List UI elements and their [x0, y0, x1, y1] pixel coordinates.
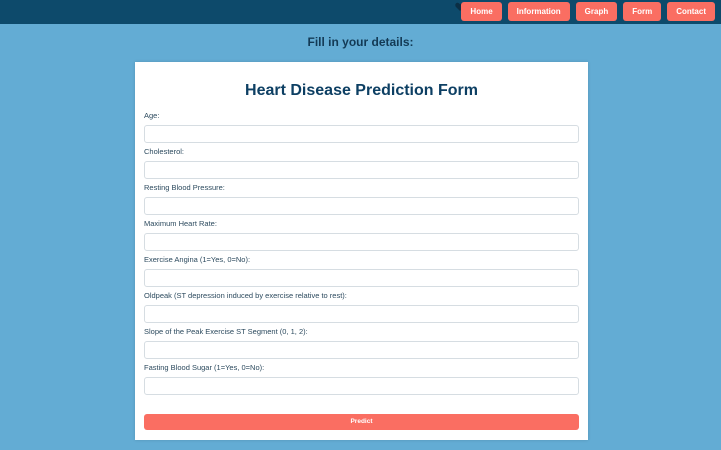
nav-form-button[interactable]: Form — [623, 2, 662, 21]
age-field-group: Age: — [144, 111, 579, 143]
slope-field-group: Slope of the Peak Exercise ST Segment (0… — [144, 327, 579, 359]
form-title: Heart Disease Prediction Form — [245, 82, 478, 99]
cholesterol-input[interactable] — [144, 161, 579, 179]
slope-label: Slope of the Peak Exercise ST Segment (0… — [144, 327, 308, 336]
oldpeak-label: Oldpeak (ST depression induced by exerci… — [144, 291, 347, 300]
predict-button[interactable]: Predict — [144, 414, 579, 430]
exercise-angina-input[interactable] — [144, 269, 579, 287]
slope-input[interactable] — [144, 341, 579, 359]
resting-bp-field-group: Resting Blood Pressure: — [144, 183, 579, 215]
oldpeak-field-group: Oldpeak (ST depression induced by exerci… — [144, 291, 579, 323]
nav-links: Home Information Graph Form Contact — [461, 2, 715, 21]
nav-information-button[interactable]: Information — [507, 2, 570, 21]
cholesterol-field-group: Cholesterol: — [144, 147, 579, 179]
fasting-blood-sugar-field-group: Fasting Blood Sugar (1=Yes, 0=No): — [144, 363, 579, 395]
age-label: Age: — [144, 111, 160, 120]
age-input[interactable] — [144, 125, 579, 143]
page-heading: Fill in your details: — [307, 35, 414, 49]
navbar: Home Information Graph Form Contact — [0, 0, 721, 24]
resting-bp-input[interactable] — [144, 197, 579, 215]
oldpeak-input[interactable] — [144, 305, 579, 323]
exercise-angina-label: Exercise Angina (1=Yes, 0=No): — [144, 255, 251, 264]
max-heart-rate-field-group: Maximum Heart Rate: — [144, 219, 579, 251]
nav-home-button[interactable]: Home — [461, 2, 502, 21]
nav-contact-button[interactable]: Contact — [667, 2, 715, 21]
fasting-blood-sugar-input[interactable] — [144, 377, 579, 395]
prediction-form: Heart Disease Prediction Form Age: Chole… — [135, 62, 588, 440]
max-heart-rate-input[interactable] — [144, 233, 579, 251]
exercise-angina-field-group: Exercise Angina (1=Yes, 0=No): — [144, 255, 579, 287]
fasting-blood-sugar-label: Fasting Blood Sugar (1=Yes, 0=No): — [144, 363, 265, 372]
resting-bp-label: Resting Blood Pressure: — [144, 183, 225, 192]
nav-graph-button[interactable]: Graph — [575, 2, 618, 21]
cholesterol-label: Cholesterol: — [144, 147, 185, 156]
max-heart-rate-label: Maximum Heart Rate: — [144, 219, 217, 228]
